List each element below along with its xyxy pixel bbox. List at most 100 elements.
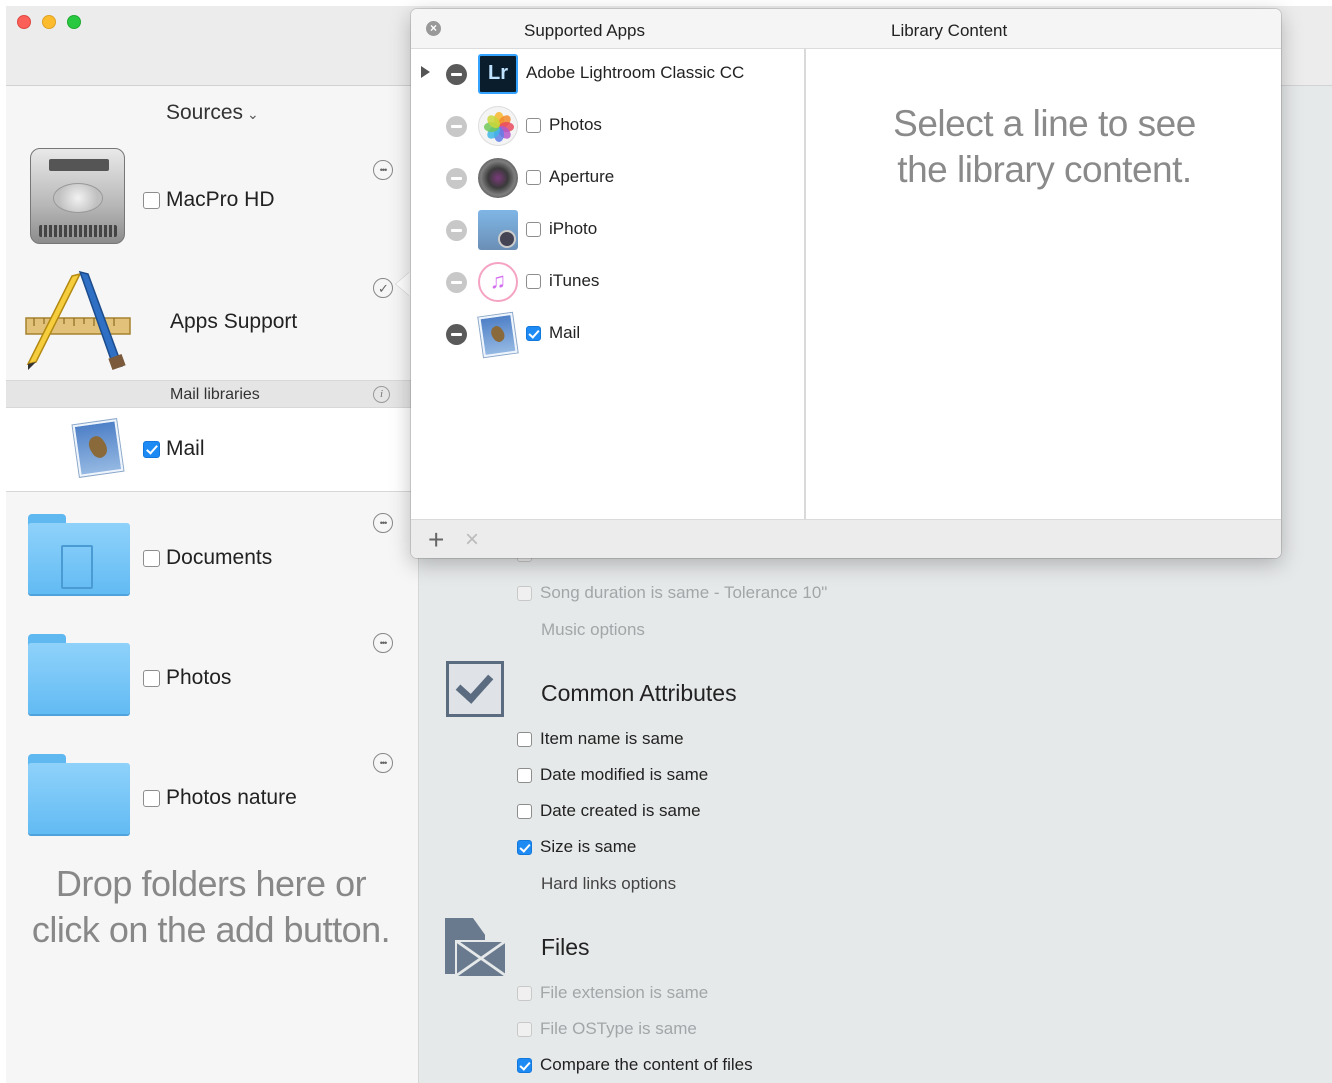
source-row-macpro-hd[interactable]: ••• MacPro HD: [6, 146, 416, 256]
drop-folders-hint: Drop folders here or click on the add bu…: [6, 861, 416, 953]
sources-menu[interactable]: Sources ⌄: [166, 101, 259, 125]
remove-circle-icon[interactable]: [446, 220, 467, 241]
app-name: iPhoto: [526, 219, 597, 239]
app-row-lightroom[interactable]: Lr Adobe Lightroom Classic CC: [411, 49, 806, 101]
app-store-icon: [25, 270, 131, 371]
remove-circle-icon[interactable]: [446, 168, 467, 189]
app-label: iTunes: [549, 271, 600, 290]
minimize-window-button[interactable]: [42, 15, 56, 29]
mail-library-name: Mail: [166, 437, 205, 460]
app-checkbox[interactable]: [526, 169, 541, 185]
option-date-modified[interactable]: Date modified is same: [517, 765, 708, 785]
disclosure-triangle-icon[interactable]: [421, 66, 430, 78]
hard-links-options-link[interactable]: Hard links options: [541, 874, 676, 894]
option-compare-content[interactable]: Compare the content of files: [517, 1055, 753, 1075]
option-checkbox[interactable]: [517, 585, 532, 601]
mail-library-label: Mail: [143, 437, 205, 461]
library-content-hint: Select a line to see the library content…: [808, 101, 1281, 193]
remove-icon[interactable]: ×: [465, 526, 479, 554]
app-name: Adobe Lightroom Classic CC: [526, 63, 744, 83]
source-checkbox-photos[interactable]: [143, 669, 160, 687]
app-row-mail[interactable]: Mail: [411, 309, 806, 361]
popover-footer: + ×: [411, 519, 1281, 558]
close-window-button[interactable]: [17, 15, 31, 29]
source-name: Apps Support: [170, 310, 298, 333]
source-checkbox-macpro-hd[interactable]: [143, 191, 160, 209]
source-checkbox-photos-nature[interactable]: [143, 789, 160, 807]
source-name: Documents: [166, 546, 273, 569]
app-checkbox[interactable]: [526, 325, 541, 341]
app-checkbox[interactable]: [526, 117, 541, 133]
app-row-photos[interactable]: Photos: [411, 101, 806, 153]
source-row-photos-nature[interactable]: ••• Photos nature: [6, 746, 416, 846]
option-checkbox[interactable]: [517, 1057, 532, 1073]
source-label-photos: Photos: [143, 666, 231, 690]
option-item-name[interactable]: Item name is same: [517, 729, 684, 749]
remove-circle-icon[interactable]: [446, 324, 467, 345]
remove-circle-icon[interactable]: [446, 64, 467, 85]
option-checkbox[interactable]: [517, 731, 532, 747]
app-row-iphoto[interactable]: iPhoto: [411, 205, 806, 257]
app-name: Mail: [526, 323, 580, 343]
source-name: MacPro HD: [166, 188, 275, 211]
more-options-icon[interactable]: •••: [373, 513, 393, 533]
supported-apps-popover: × Supported Apps Library Content Lr Adob…: [411, 9, 1281, 558]
app-row-itunes[interactable]: ♫ iTunes: [411, 257, 806, 309]
option-file-ostype[interactable]: File OSType is same: [517, 1019, 697, 1039]
app-checkbox[interactable]: [526, 221, 541, 237]
option-label: File extension is same: [540, 983, 709, 1002]
remove-circle-icon[interactable]: [446, 272, 467, 293]
app-label: Mail: [549, 323, 581, 342]
popover-arrow: [396, 272, 410, 296]
source-row-photos[interactable]: ••• Photos: [6, 626, 416, 726]
app-label: Adobe Lightroom Classic CC: [526, 63, 745, 82]
source-label-documents: Documents: [143, 546, 272, 570]
option-song-duration[interactable]: Song duration is same - Tolerance 10": [517, 583, 827, 603]
app-name: iTunes: [526, 271, 599, 291]
close-icon[interactable]: ×: [426, 21, 441, 36]
app-label: iPhoto: [549, 219, 598, 238]
library-content-pane: Select a line to see the library content…: [808, 49, 1281, 519]
option-date-created[interactable]: Date created is same: [517, 801, 701, 821]
mail-library-checkbox[interactable]: [143, 440, 160, 458]
popover-header: × Supported Apps Library Content: [411, 9, 1281, 49]
info-icon[interactable]: i: [373, 386, 390, 403]
app-checkbox[interactable]: [526, 273, 541, 289]
mail-libraries-label: Mail libraries: [170, 386, 260, 403]
source-row-documents[interactable]: ••• Documents: [6, 506, 416, 606]
folder-icon: [28, 634, 130, 714]
files-section-title: Files: [541, 934, 590, 960]
option-label: Date modified is same: [540, 765, 709, 784]
remove-circle-icon[interactable]: [446, 116, 467, 137]
option-checkbox[interactable]: [517, 839, 532, 855]
app-name: Photos: [526, 115, 602, 135]
option-checkbox[interactable]: [517, 767, 532, 783]
option-checkbox[interactable]: [517, 985, 532, 1001]
hard-drive-icon: [30, 148, 125, 244]
drop-hint-line: click on the add button.: [31, 909, 391, 950]
hint-line: Select a line to see: [893, 103, 1196, 144]
option-label: Compare the content of files: [540, 1055, 753, 1074]
supported-apps-title: Supported Apps: [524, 21, 645, 40]
source-checkbox-documents[interactable]: [143, 549, 160, 567]
mail-library-row[interactable]: Mail: [6, 408, 416, 492]
hint-line: the library content.: [897, 149, 1192, 190]
source-row-apps-support[interactable]: ✓ Apps Support: [6, 268, 416, 378]
zoom-window-button[interactable]: [67, 15, 81, 29]
mail-libraries-header: Mail libraries i: [6, 380, 416, 408]
add-icon[interactable]: +: [428, 524, 444, 556]
app-row-aperture[interactable]: Aperture: [411, 153, 806, 205]
library-content-title: Library Content: [891, 21, 1008, 40]
option-size[interactable]: Size is same: [517, 837, 636, 857]
mail-icon: [72, 419, 124, 477]
more-options-icon[interactable]: •••: [373, 160, 393, 180]
option-checkbox[interactable]: [517, 1021, 532, 1037]
option-checkbox[interactable]: [517, 803, 532, 819]
source-label-photos-nature: Photos nature: [143, 786, 297, 810]
source-label-apps-support: Apps Support: [170, 310, 297, 334]
option-file-extension[interactable]: File extension is same: [517, 983, 708, 1003]
more-options-icon[interactable]: •••: [373, 753, 393, 773]
music-options-link[interactable]: Music options: [541, 620, 645, 640]
checked-circle-icon[interactable]: ✓: [373, 278, 393, 298]
more-options-icon[interactable]: •••: [373, 633, 393, 653]
